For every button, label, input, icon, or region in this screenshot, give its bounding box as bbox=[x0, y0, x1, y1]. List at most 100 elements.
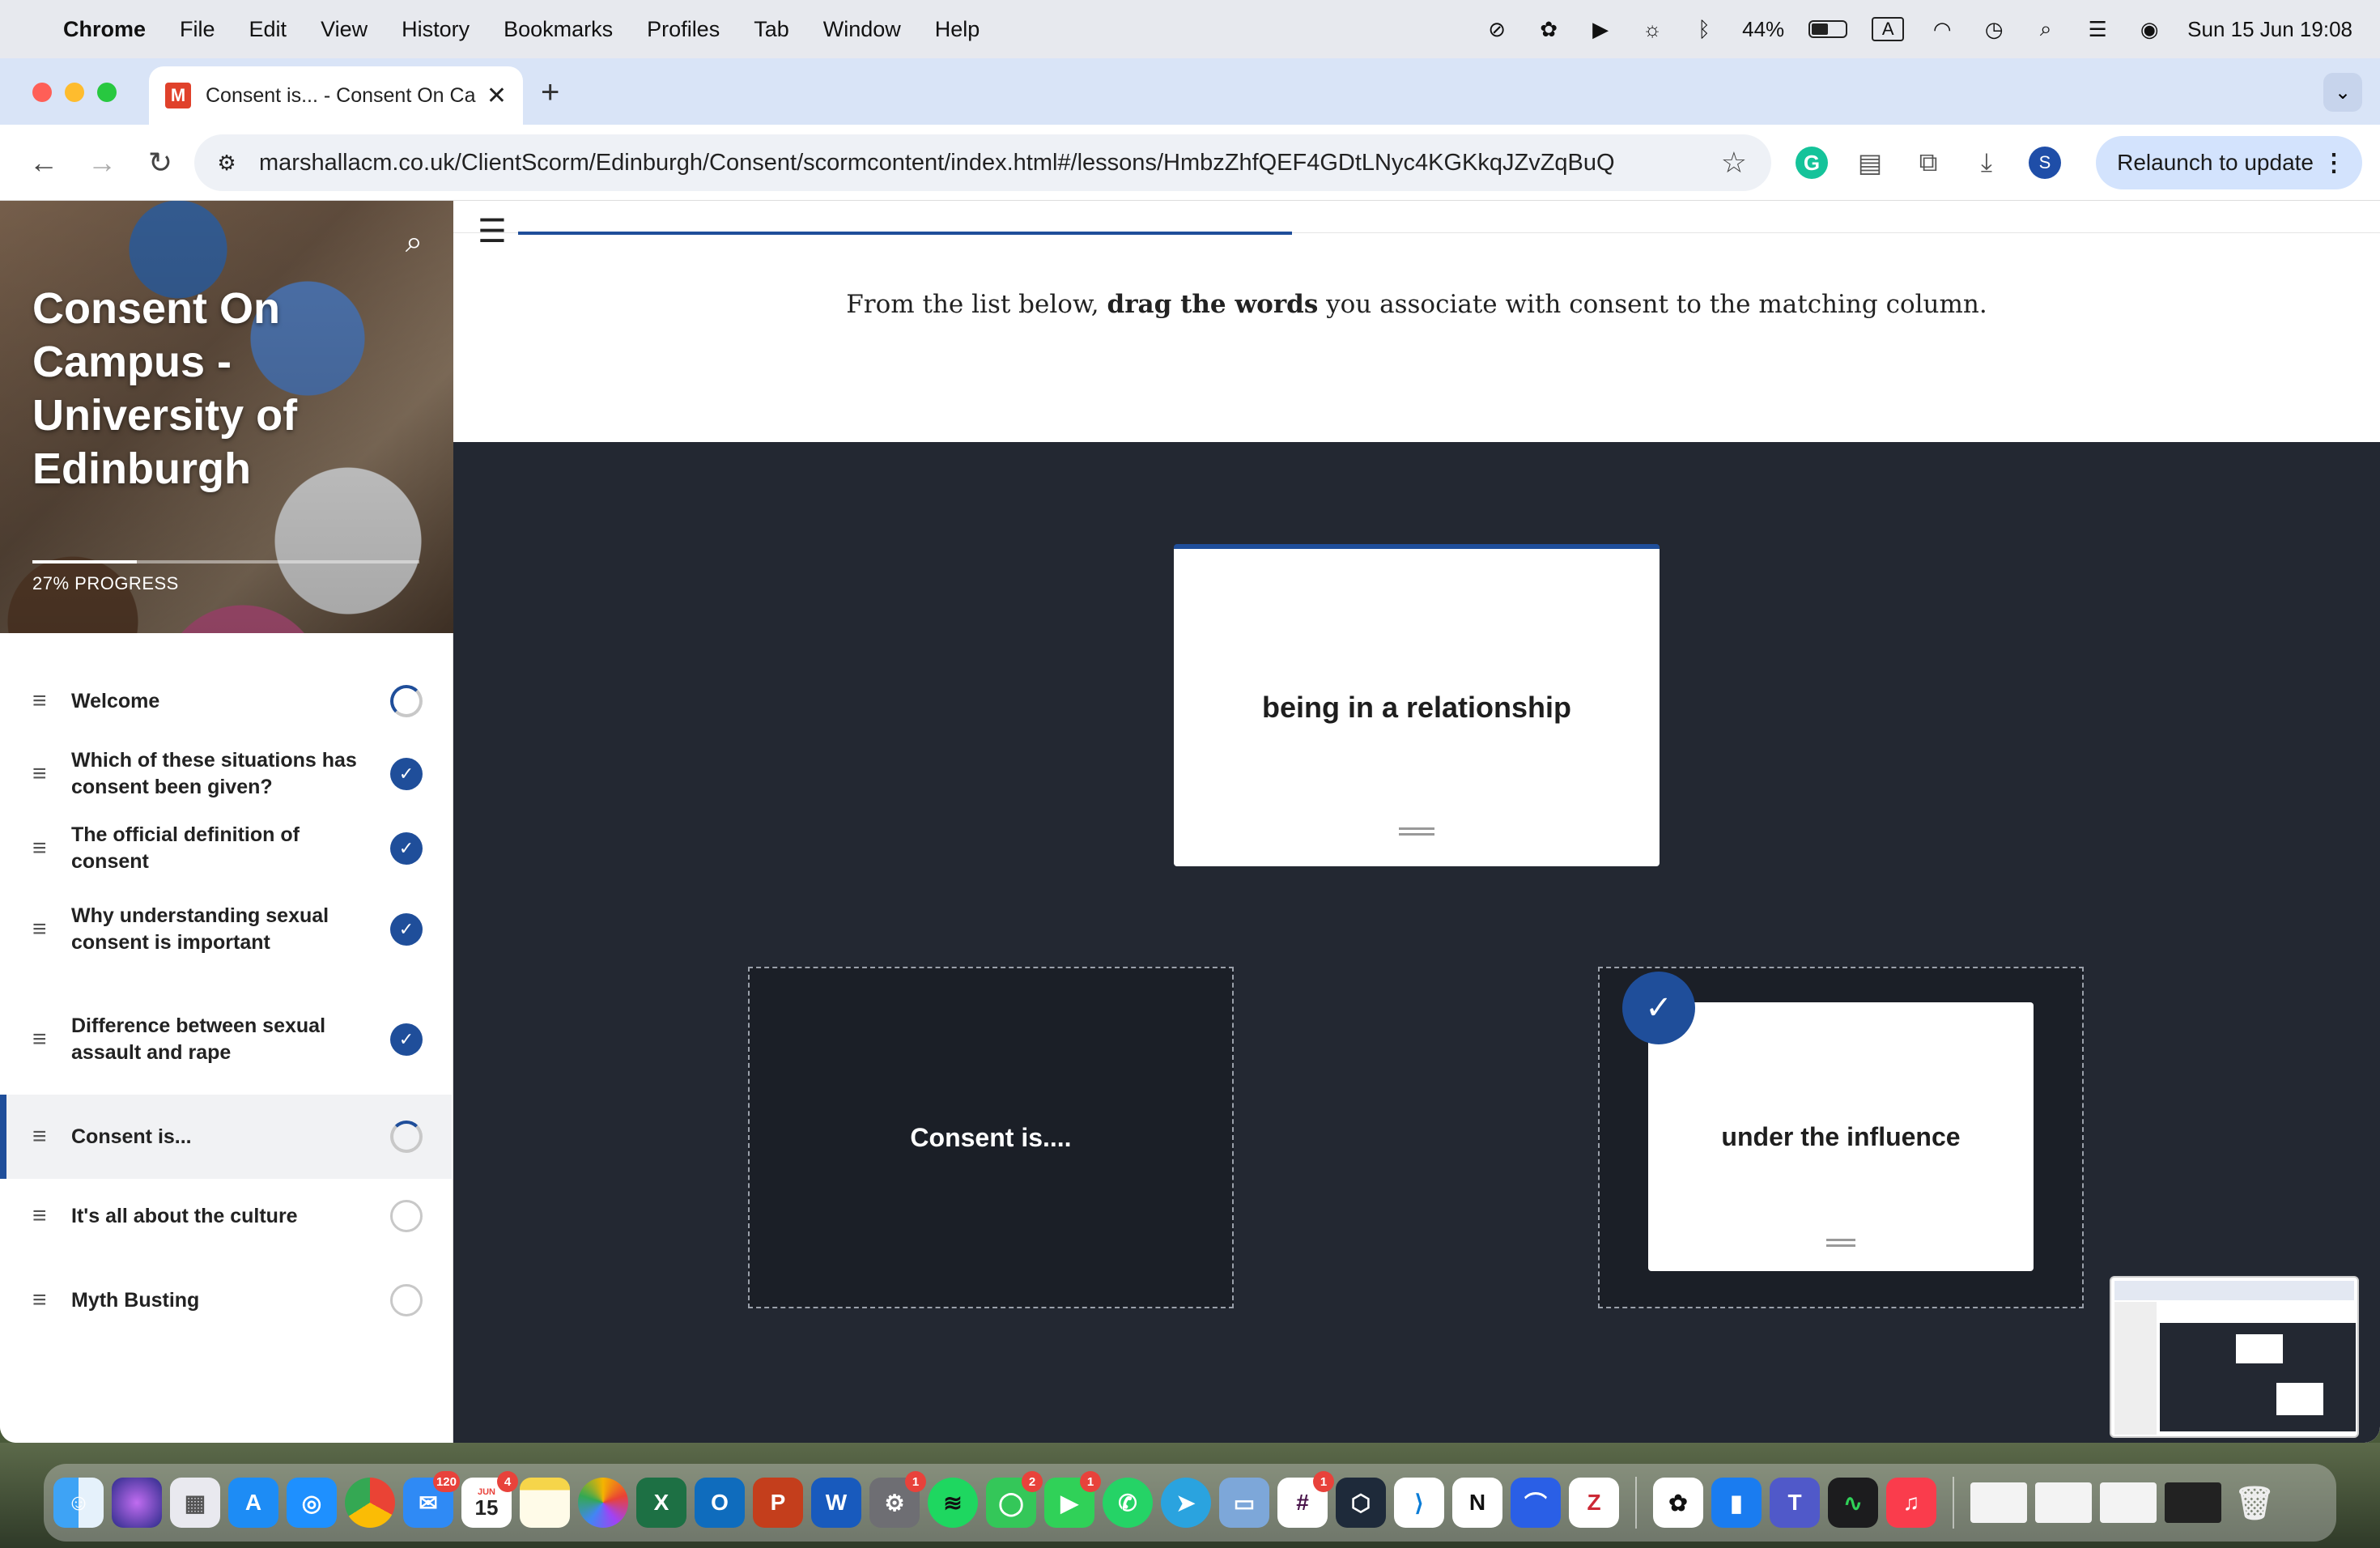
clock[interactable]: Sun 15 Jun 19:08 bbox=[2187, 17, 2352, 42]
downloads-icon[interactable]: ⤓ bbox=[1969, 139, 2004, 186]
lesson-item-welcome[interactable]: ≡ Welcome bbox=[0, 672, 452, 730]
focus-icon[interactable]: ⊘ bbox=[1483, 15, 1511, 43]
menu-view[interactable]: View bbox=[321, 17, 368, 42]
menu-help[interactable]: Help bbox=[935, 17, 980, 42]
excel-icon[interactable]: X bbox=[636, 1478, 686, 1528]
finder-icon[interactable]: ☺ bbox=[53, 1478, 104, 1528]
draggable-word-card[interactable]: being in a relationship bbox=[1174, 544, 1660, 866]
drag-handle-icon[interactable] bbox=[1399, 827, 1434, 836]
menu-profiles[interactable]: Profiles bbox=[647, 17, 720, 42]
address-bar[interactable]: ⚙ marshallacm.co.uk/ClientScorm/Edinburg… bbox=[194, 134, 1771, 191]
word-icon[interactable]: W bbox=[811, 1478, 861, 1528]
recent-window-thumbnail-4[interactable] bbox=[2165, 1482, 2221, 1523]
menu-file[interactable]: File bbox=[180, 17, 215, 42]
active-tab[interactable]: M Consent is... - Consent On Ca ✕ bbox=[149, 66, 523, 125]
keynote-icon[interactable]: ▮ bbox=[1711, 1478, 1762, 1528]
back-button[interactable]: ← bbox=[19, 138, 68, 187]
lesson-item-myth-busting[interactable]: ≡ Myth Busting bbox=[0, 1271, 452, 1329]
drag-and-drop-activity: being in a relationship Consent is.... u… bbox=[453, 442, 2380, 1443]
recent-window-thumbnail-3[interactable] bbox=[2100, 1482, 2157, 1523]
drop-zone-consent-is[interactable]: Consent is.... bbox=[748, 967, 1234, 1308]
system-settings-icon[interactable]: ⚙ 1 bbox=[869, 1471, 926, 1528]
app-store-icon[interactable]: A bbox=[228, 1478, 278, 1528]
powerpoint-icon[interactable]: P bbox=[753, 1478, 803, 1528]
recent-window-thumbnail-1[interactable] bbox=[1970, 1482, 2027, 1523]
menu-tab[interactable]: Tab bbox=[754, 17, 789, 42]
screenshot-thumbnail-preview[interactable] bbox=[2110, 1276, 2359, 1438]
messages-icon[interactable]: ◯ 2 bbox=[986, 1471, 1043, 1528]
brightness-icon[interactable]: ☼ bbox=[1638, 15, 1666, 43]
trash-icon[interactable]: 🗑 bbox=[2229, 1478, 2280, 1528]
slack-icon[interactable]: #1 bbox=[1277, 1471, 1334, 1528]
relaunch-to-update-button[interactable]: Relaunch to update ⋮ bbox=[2096, 136, 2362, 189]
tab-search-chevron-icon[interactable]: ⌄ bbox=[2323, 73, 2362, 112]
whatsapp-icon[interactable]: ✆ bbox=[1103, 1478, 1153, 1528]
siri-app-icon[interactable] bbox=[112, 1478, 162, 1528]
safari-icon[interactable]: ◎ bbox=[287, 1478, 337, 1528]
play-icon[interactable]: ▶ bbox=[1587, 15, 1614, 43]
close-window-button[interactable] bbox=[32, 83, 52, 102]
photos-icon[interactable] bbox=[578, 1478, 628, 1528]
lesson-item-definition[interactable]: ≡ The official definition of consent ✓ bbox=[0, 819, 452, 878]
lesson-item-importance[interactable]: ≡ Why understanding sexual consent is im… bbox=[0, 891, 452, 968]
reading-mode-icon[interactable]: ▤ bbox=[1852, 139, 1888, 186]
control-center-icon[interactable]: ☰ bbox=[2084, 15, 2111, 43]
profile-avatar[interactable]: S bbox=[2027, 139, 2063, 186]
grammarly-icon[interactable]: G bbox=[1794, 139, 1830, 186]
chrome-icon[interactable] bbox=[345, 1478, 395, 1528]
forward-button[interactable]: → bbox=[78, 138, 126, 187]
telegram-icon[interactable]: ➤ bbox=[1161, 1478, 1211, 1528]
preview-icon[interactable]: ▭ bbox=[1219, 1478, 1269, 1528]
siri-icon[interactable]: ◉ bbox=[2136, 15, 2163, 43]
arc-icon[interactable]: ⌒ bbox=[1511, 1478, 1561, 1528]
search-icon[interactable]: ⌕ bbox=[406, 225, 423, 260]
tab-title: Consent is... - Consent On Ca bbox=[206, 83, 476, 107]
lesson-item-situations[interactable]: ≡ Which of these situations has consent … bbox=[0, 735, 452, 813]
url-text[interactable]: marshallacm.co.uk/ClientScorm/Edinburgh/… bbox=[259, 150, 1615, 176]
close-tab-icon[interactable]: ✕ bbox=[487, 82, 507, 110]
menu-window[interactable]: Window bbox=[823, 17, 901, 42]
vscode-icon[interactable]: ⟩ bbox=[1394, 1478, 1444, 1528]
notion-icon[interactable]: N bbox=[1452, 1478, 1502, 1528]
bookmark-star-icon[interactable]: ☆ bbox=[1721, 146, 1747, 180]
hamburger-menu-icon[interactable]: ☰ bbox=[478, 215, 507, 248]
cursor-app-icon[interactable]: ⬡ bbox=[1336, 1478, 1386, 1528]
calendar-icon[interactable]: JUN 15 4 bbox=[461, 1471, 518, 1528]
outlook-icon[interactable]: O bbox=[695, 1478, 745, 1528]
lesson-item-consent-is[interactable]: ≡ Consent is... bbox=[0, 1095, 452, 1179]
spotlight-search-icon[interactable]: ⌕ bbox=[2032, 15, 2059, 43]
minimize-window-button[interactable] bbox=[65, 83, 84, 102]
placed-word-card[interactable]: under the influence bbox=[1648, 1002, 2034, 1271]
site-info-icon[interactable]: ⚙ bbox=[209, 145, 244, 181]
menu-app-chrome[interactable]: Chrome bbox=[63, 17, 146, 42]
activity-monitor-icon[interactable]: ∿ bbox=[1828, 1478, 1878, 1528]
in-progress-status-icon bbox=[390, 685, 423, 717]
music-icon[interactable]: ♫ bbox=[1886, 1478, 1936, 1528]
menu-history[interactable]: History bbox=[402, 17, 470, 42]
mail-icon[interactable]: ✉ 120 bbox=[403, 1471, 460, 1528]
menu-edit[interactable]: Edit bbox=[249, 17, 287, 42]
new-tab-button[interactable]: + bbox=[541, 74, 559, 111]
reload-button[interactable]: ↻ bbox=[136, 138, 185, 187]
input-source-icon[interactable]: A bbox=[1872, 17, 1905, 41]
menu-bookmarks[interactable]: Bookmarks bbox=[504, 17, 613, 42]
teams-icon[interactable]: T bbox=[1770, 1478, 1820, 1528]
spotify-icon[interactable]: ≋ bbox=[928, 1478, 978, 1528]
time-machine-icon[interactable]: ◷ bbox=[1980, 15, 2008, 43]
battery-icon[interactable] bbox=[1808, 20, 1848, 38]
drag-handle-icon[interactable] bbox=[1826, 1239, 1855, 1247]
zoom-window-button[interactable] bbox=[97, 83, 117, 102]
wifi-icon[interactable]: ◠ bbox=[1928, 15, 1956, 43]
extensions-puzzle-icon[interactable]: ⧉ bbox=[1910, 139, 1946, 186]
lesson-item-culture[interactable]: ≡ It's all about the culture bbox=[0, 1187, 452, 1245]
launchpad-icon[interactable]: ▦ bbox=[170, 1478, 220, 1528]
chatgpt-icon[interactable]: ✿ bbox=[1535, 15, 1562, 43]
facetime-icon[interactable]: ▶ 1 bbox=[1044, 1471, 1101, 1528]
more-menu-icon[interactable]: ⋮ bbox=[2322, 149, 2346, 177]
recent-window-thumbnail-2[interactable] bbox=[2035, 1482, 2092, 1523]
zotero-icon[interactable]: Z bbox=[1569, 1478, 1619, 1528]
bluetooth-icon[interactable]: ᛒ bbox=[1690, 15, 1718, 43]
chatgpt-app-icon[interactable]: ✿ bbox=[1653, 1478, 1703, 1528]
notes-icon[interactable] bbox=[520, 1478, 570, 1528]
lesson-item-difference[interactable]: ≡ Difference between sexual assault and … bbox=[0, 1001, 452, 1078]
